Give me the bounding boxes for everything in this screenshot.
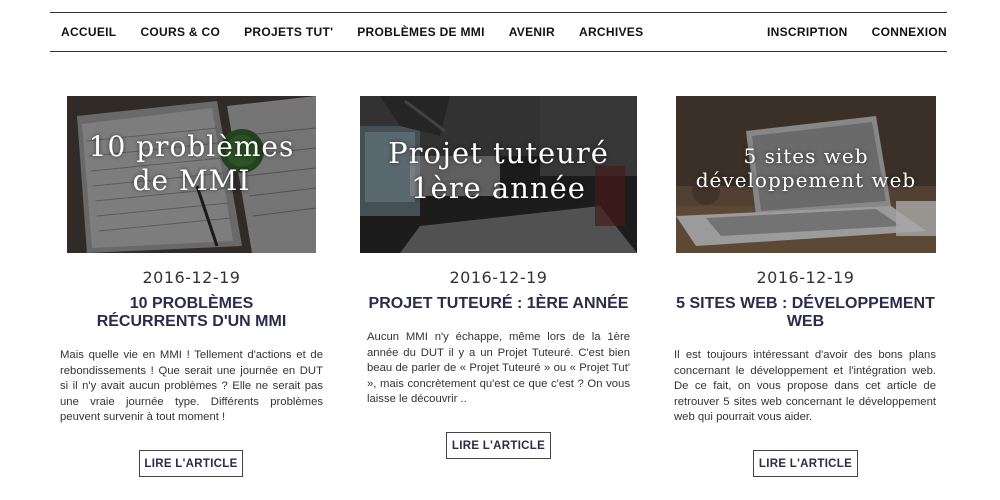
image-line: de MMI <box>132 163 251 197</box>
article-image-title-3: 5 sites web développement web <box>676 144 936 192</box>
nav-item-accueil[interactable]: ACCUEIL <box>61 25 116 39</box>
main-nav: ACCUEIL COURS & CO PROJETS TUT' PROBLÈME… <box>50 12 947 52</box>
nav-item-archives[interactable]: ARCHIVES <box>579 25 643 39</box>
article-image-1[interactable]: 10 problèmes de MMI <box>67 96 316 253</box>
read-article-button-1[interactable]: LIRE L'ARTICLE <box>139 450 243 477</box>
article-image-title-1: 10 problèmes de MMI <box>67 130 316 197</box>
nav-item-connexion[interactable]: CONNEXION <box>872 25 947 39</box>
nav-right: INSCRIPTION CONNEXION <box>743 25 947 39</box>
article-card-3: 5 sites web développement web 2016-12-19… <box>672 96 939 426</box>
nav-item-avenir[interactable]: AVENIR <box>509 25 555 39</box>
image-line: 1ère année <box>411 170 586 205</box>
article-image-2[interactable]: Projet tuteuré 1ère année <box>360 96 637 253</box>
article-title[interactable]: PROJET TUTEURÉ : 1ÈRE ANNÉE <box>360 295 637 313</box>
read-article-button-3[interactable]: LIRE L'ARTICLE <box>753 450 858 477</box>
image-line: Projet tuteuré <box>388 136 609 170</box>
image-line: 10 problèmes <box>88 130 295 163</box>
article-excerpt: Il est toujours intéressant d'avoir des … <box>674 349 936 423</box>
article-date: 2016-12-19 <box>756 268 855 287</box>
article-excerpt: Mais quelle vie en MMI ! Tellement d'act… <box>60 349 323 423</box>
article-title[interactable]: 10 PROBLÈMES RÉCURRENTS D'UN MMI <box>60 295 323 331</box>
article-image-3[interactable]: 5 sites web développement web <box>676 96 936 253</box>
article-date: 2016-12-19 <box>142 268 241 287</box>
article-date: 2016-12-19 <box>449 268 548 287</box>
nav-item-inscription[interactable]: INSCRIPTION <box>767 25 848 39</box>
nav-item-problemes-mmi[interactable]: PROBLÈMES DE MMI <box>357 25 484 39</box>
article-title[interactable]: 5 SITES WEB : DÉVELOPPEMENT WEB <box>672 295 939 331</box>
nav-item-cours-co[interactable]: COURS & CO <box>140 25 220 39</box>
nav-item-projets-tut[interactable]: PROJETS TUT' <box>244 25 333 39</box>
article-card-2: Projet tuteuré 1ère année 2016-12-19 PRO… <box>360 96 637 408</box>
nav-left: ACCUEIL COURS & CO PROJETS TUT' PROBLÈME… <box>50 25 667 39</box>
article-image-title-2: Projet tuteuré 1ère année <box>360 136 637 206</box>
image-line: développement web <box>695 168 917 192</box>
image-line: 5 sites web <box>743 144 869 168</box>
article-card-1: 10 problèmes de MMI 2016-12-19 10 PROBLÈ… <box>60 96 323 426</box>
read-article-button-2[interactable]: LIRE L'ARTICLE <box>446 432 551 459</box>
article-excerpt: Aucun MMI n'y échappe, même lors de la 1… <box>367 331 630 405</box>
